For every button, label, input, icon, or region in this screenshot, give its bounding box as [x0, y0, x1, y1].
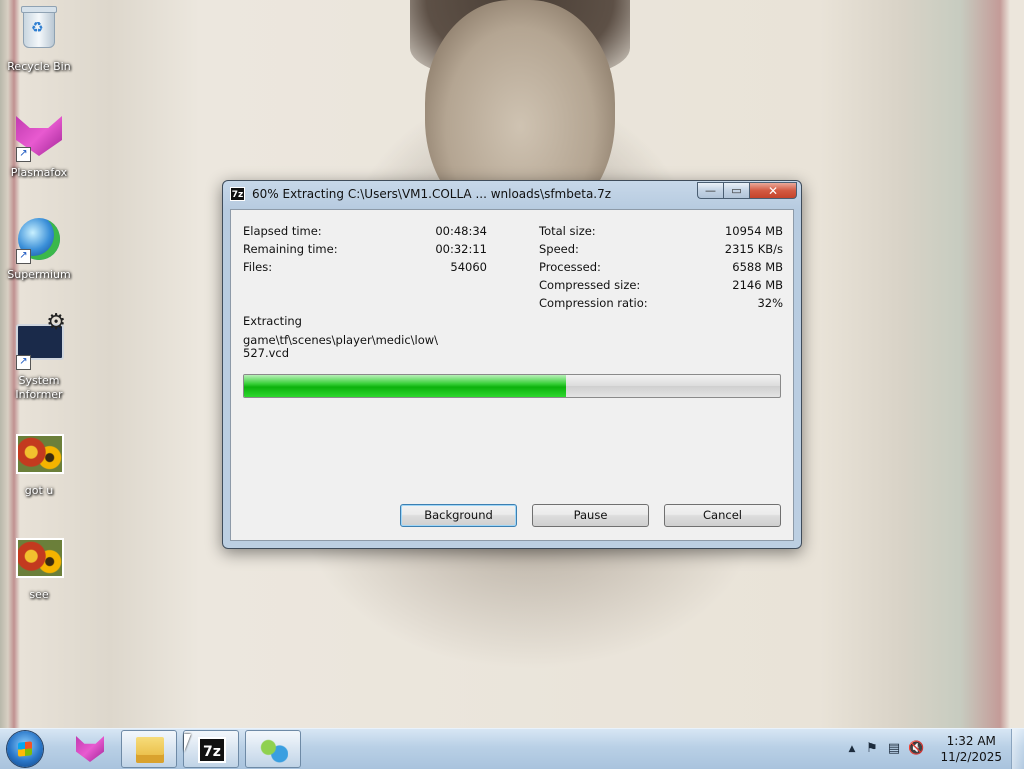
taskbar-clock[interactable]: 1:32 AM 11/2/2025 [940, 733, 1002, 765]
show-desktop-button[interactable] [1011, 729, 1024, 769]
caption-buttons: — ▭ ✕ [697, 182, 797, 200]
windows-logo-icon [18, 741, 32, 757]
status-label: Extracting [243, 314, 302, 328]
stat-label: Elapsed time: [243, 224, 322, 238]
supermium-icon: ↗ [16, 218, 62, 264]
pause-button[interactable]: Pause [532, 504, 649, 527]
desktop-icon-label: see [29, 588, 49, 601]
7zip-icon: 7z [198, 737, 226, 763]
plasmafox-icon: ↗ [16, 116, 62, 162]
stat-compression-ratio: Compression ratio: 32% [539, 296, 783, 312]
stat-value: 00:32:11 [435, 242, 487, 256]
stat-elapsed-time: Elapsed time: 00:48:34 [243, 224, 487, 240]
stat-compressed-size: Compressed size: 2146 MB [539, 278, 783, 294]
stat-label: Processed: [539, 260, 601, 274]
desktop-icon-recycle-bin[interactable]: Recycle Bin [2, 6, 76, 74]
show-hidden-icons-chevron-icon[interactable]: ▲ [844, 741, 860, 757]
start-button[interactable] [7, 731, 43, 767]
stat-value: 54060 [450, 260, 487, 274]
taskbar: 7z ▲ ⚑ ▤ 🔇 1:32 AM 11/2/2025 [0, 728, 1024, 769]
shortcut-arrow-icon: ↗ [16, 355, 31, 370]
stat-label: Speed: [539, 242, 579, 256]
stat-label: Total size: [539, 224, 596, 238]
extraction-progress-bar [243, 374, 781, 398]
desktop-icon-system-informer[interactable]: ↗ System Informer [2, 310, 76, 402]
stat-label: Compressed size: [539, 278, 641, 292]
action-center-flag-icon[interactable]: ⚑ [864, 741, 880, 757]
stat-value: 10954 MB [724, 224, 783, 238]
desktop-icon-label: Plasmafox [10, 166, 68, 179]
stat-value: 2146 MB [732, 278, 783, 292]
stat-value: 00:48:34 [435, 224, 487, 238]
background-button[interactable]: Background [400, 504, 517, 527]
shortcut-arrow-icon: ↗ [16, 147, 31, 162]
stat-value: 2315 KB/s [724, 242, 783, 256]
extraction-progress-dialog: 7z 60% Extracting C:\Users\VM1.COLLA ...… [222, 180, 802, 549]
network-status-icon[interactable]: ▤ [886, 741, 902, 757]
recycle-bin-icon [16, 6, 62, 56]
maximize-button[interactable]: ▭ [723, 182, 749, 199]
shortcut-arrow-icon: ↗ [16, 249, 31, 264]
taskbar-item-7zip[interactable]: 7z [183, 730, 239, 768]
minimize-icon: — [705, 184, 716, 197]
desktop-icon-label: got u [24, 484, 54, 497]
file-explorer-icon [136, 737, 164, 763]
current-file-path-line2: 527.vcd [243, 346, 290, 360]
dialog-client-area: Elapsed time: 00:48:34 Remaining time: 0… [230, 209, 794, 541]
desktop-icon-label: Recycle Bin [7, 60, 71, 73]
stat-label: Compression ratio: [539, 296, 648, 310]
network-users-icon [260, 737, 288, 763]
system-informer-icon: ↗ [16, 310, 66, 370]
desktop-icon-label: System Informer [15, 374, 63, 401]
dialog-title: 60% Extracting C:\Users\VM1.COLLA ... wn… [252, 187, 612, 201]
close-icon: ✕ [767, 183, 779, 198]
desktop-icon-see[interactable]: see [2, 532, 76, 602]
stat-processed: Processed: 6588 MB [539, 260, 783, 276]
clock-date: 11/2/2025 [940, 750, 1002, 764]
desktop-icon-plasmafox[interactable]: ↗ Plasmafox [2, 114, 76, 180]
mouse-cursor-icon [184, 734, 191, 752]
current-file-path: game\tf\scenes\player\medic\low\ 527.vcd [243, 334, 543, 360]
desktop-icon-got-u[interactable]: got u [2, 428, 76, 498]
taskbar-item-file-explorer[interactable] [121, 730, 177, 768]
close-button[interactable]: ✕ [749, 182, 797, 199]
stat-remaining-time: Remaining time: 00:32:11 [243, 242, 487, 258]
plasmafox-icon [76, 736, 104, 762]
taskbar-item-plasmafox[interactable] [62, 730, 118, 768]
stat-value: 6588 MB [732, 260, 783, 274]
desktop-icon-label: Supermium [7, 268, 71, 281]
stat-label: Files: [243, 260, 273, 274]
7zip-icon: 7z [230, 187, 245, 201]
minimize-button[interactable]: — [697, 182, 723, 199]
cancel-button[interactable]: Cancel [664, 504, 781, 527]
stat-files: Files: 54060 [243, 260, 487, 276]
dialog-titlebar[interactable]: 7z 60% Extracting C:\Users\VM1.COLLA ...… [223, 181, 801, 208]
maximize-icon: ▭ [731, 184, 742, 197]
taskbar-item-network[interactable] [245, 730, 301, 768]
stat-speed: Speed: 2315 KB/s [539, 242, 783, 258]
stat-total-size: Total size: 10954 MB [539, 224, 783, 240]
clock-time: 1:32 AM [946, 734, 996, 748]
stat-label: Remaining time: [243, 242, 338, 256]
image-file-icon [16, 434, 64, 480]
volume-muted-icon[interactable]: 🔇 [908, 741, 924, 757]
desktop-icon-supermium[interactable]: ↗ Supermium [2, 216, 76, 282]
progress-bar-fill [244, 375, 566, 397]
stat-value: 32% [757, 296, 783, 310]
system-tray: ▲ ⚑ ▤ 🔇 1:32 AM 11/2/2025 [834, 729, 1024, 769]
image-file-icon [16, 538, 64, 584]
